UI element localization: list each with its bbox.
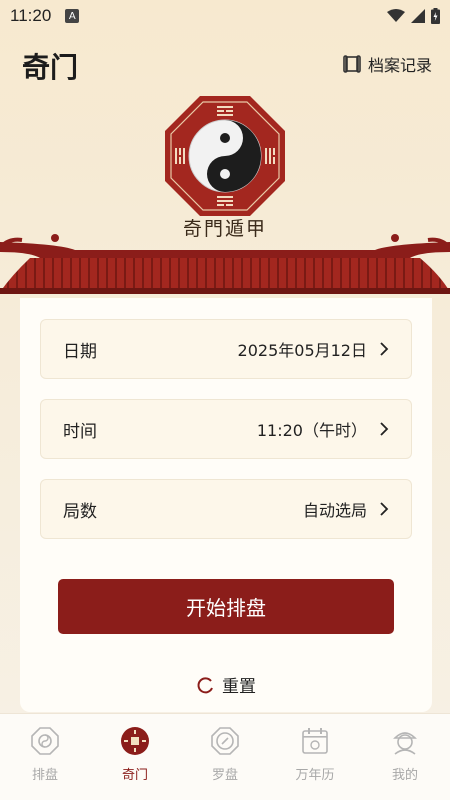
date-row[interactable]: 日期 2025年05月12日 bbox=[40, 319, 412, 379]
ju-row[interactable]: 局数 自动选局 bbox=[40, 479, 412, 539]
compass-icon bbox=[211, 727, 239, 755]
nav-item-mine[interactable]: 我的 bbox=[360, 714, 450, 800]
reset-label: 重置 bbox=[222, 677, 256, 697]
ju-value: 自动选局 bbox=[302, 501, 367, 520]
status-icons bbox=[387, 8, 440, 24]
ju-label: 局数 bbox=[63, 501, 97, 522]
chevron-right-icon bbox=[380, 342, 389, 356]
nav-item-calendar[interactable]: 万年历 bbox=[270, 714, 360, 800]
refresh-icon bbox=[197, 676, 213, 693]
time-row[interactable]: 时间 11:20（午时） bbox=[40, 399, 412, 459]
nav-item-luopan[interactable]: 罗盘 bbox=[180, 714, 270, 800]
date-label: 日期 bbox=[63, 341, 97, 362]
bottom-nav: 排盘 奇门 罗盘 万年历 我的 bbox=[0, 713, 450, 800]
calendar-icon bbox=[302, 728, 328, 754]
time-value: 11:20（午时） bbox=[256, 421, 367, 440]
date-value: 2025年05月12日 bbox=[237, 341, 367, 360]
chevron-right-icon bbox=[380, 502, 389, 516]
status-bar: 11:20 A bbox=[0, 0, 450, 32]
nav-label: 我的 bbox=[391, 768, 418, 783]
reset-button[interactable]: 重置 bbox=[20, 672, 432, 697]
time-label: 时间 bbox=[63, 421, 97, 442]
qimen-icon bbox=[121, 727, 149, 755]
nav-label: 奇门 bbox=[121, 768, 148, 783]
status-time: 11:20 bbox=[10, 6, 52, 25]
wifi-icon bbox=[387, 9, 405, 22]
roof-decoration bbox=[0, 234, 450, 294]
nav-label: 罗盘 bbox=[211, 768, 238, 783]
nav-label: 万年历 bbox=[295, 768, 335, 783]
taiji-bagua-logo bbox=[165, 96, 285, 216]
profile-icon bbox=[393, 732, 417, 755]
scroll-icon bbox=[343, 55, 361, 73]
signal-icon bbox=[411, 9, 425, 23]
nav-label: 排盘 bbox=[31, 768, 58, 783]
form-card: 日期 2025年05月12日 时间 11:20（午时） 局数 自动选局 开始排盘… bbox=[20, 298, 432, 712]
archive-record-label: 档案记录 bbox=[367, 56, 432, 75]
start-button[interactable]: 开始排盘 bbox=[58, 579, 394, 634]
chevron-right-icon bbox=[380, 422, 389, 436]
archive-record-button[interactable]: 档案记录 bbox=[342, 52, 432, 76]
battery-icon bbox=[431, 8, 440, 24]
bagua-icon bbox=[31, 727, 59, 755]
nav-item-qimen[interactable]: 奇门 bbox=[90, 714, 180, 800]
page-title: 奇门 bbox=[22, 51, 79, 84]
notification-icon: A bbox=[65, 9, 80, 23]
nav-item-paipan[interactable]: 排盘 bbox=[0, 714, 90, 800]
